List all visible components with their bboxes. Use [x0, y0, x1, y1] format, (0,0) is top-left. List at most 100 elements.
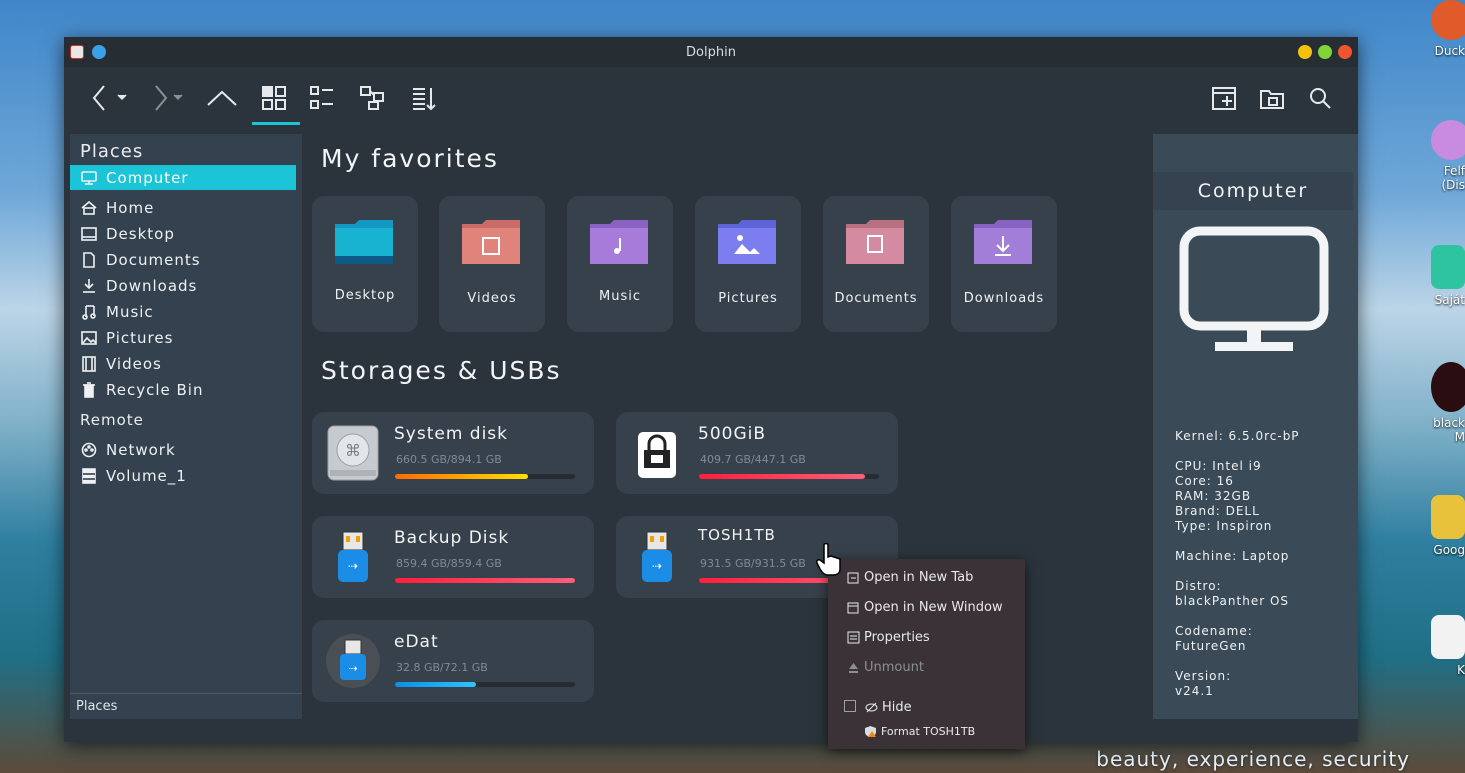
- window-title: Dolphin: [686, 44, 736, 60]
- picture-folder-icon: [718, 220, 776, 264]
- menu-item-label: Format TOSH1TB: [881, 725, 976, 738]
- trash-icon: [1431, 615, 1465, 659]
- sidebar-item-label: Videos: [106, 355, 162, 373]
- home-icon: [80, 200, 98, 216]
- sidebar-item-videos[interactable]: Videos: [70, 351, 302, 377]
- sidebar-item-label: Recycle Bin: [106, 381, 204, 399]
- menu-unmount[interactable]: Unmount: [849, 660, 924, 675]
- desktop-icon-felf[interactable]: Felf (Dis: [1425, 120, 1465, 192]
- icons-view-button[interactable]: [252, 81, 300, 125]
- minimize-button[interactable]: [1298, 45, 1312, 59]
- favorite-pictures[interactable]: Pictures: [695, 196, 801, 332]
- app-icon: [1431, 120, 1465, 160]
- search-button[interactable]: [1300, 81, 1340, 115]
- new-window-icon: [847, 602, 859, 614]
- maximize-button[interactable]: [1318, 45, 1332, 59]
- storage-name: eDat: [394, 632, 439, 652]
- close-button[interactable]: [1338, 45, 1352, 59]
- remote-header: Remote: [80, 411, 144, 429]
- properties-icon: [847, 631, 860, 644]
- hide-checkbox[interactable]: [844, 700, 856, 712]
- storage-name: Backup Disk: [394, 528, 510, 548]
- storage-usage-bar: [395, 474, 575, 479]
- pin-icon[interactable]: [92, 45, 106, 59]
- storage-card-500gib[interactable]: 500GiB 409.7 GB/447.1 GB: [616, 412, 898, 494]
- storage-usage-bar: [395, 578, 575, 583]
- sidebar-item-computer[interactable]: Computer: [70, 165, 296, 190]
- favorite-desktop[interactable]: Desktop: [312, 196, 418, 332]
- desktop-icon-black[interactable]: black M: [1425, 362, 1465, 444]
- favorite-label: Music: [599, 289, 641, 304]
- sidebar-item-downloads[interactable]: Downloads: [70, 273, 302, 299]
- info-distro-label: Distro:: [1175, 579, 1222, 593]
- music-icon: [80, 304, 98, 320]
- download-folder-icon: [974, 220, 1032, 264]
- context-menu: Open in New Tab Open in New Window Prope…: [828, 559, 1025, 749]
- menu-item-label: Open in New Tab: [864, 570, 974, 585]
- favorite-music[interactable]: Music: [567, 196, 673, 332]
- chevron-up-icon: [207, 90, 237, 106]
- storage-size: 859.4 GB/859.4 GB: [396, 557, 502, 570]
- desktop-icon-duck[interactable]: Duck: [1425, 0, 1465, 58]
- menu-format[interactable]: Format TOSH1TB: [865, 725, 976, 738]
- info-version: v24.1: [1175, 684, 1214, 698]
- sort-button[interactable]: [404, 81, 444, 115]
- folder-icon: [1431, 245, 1465, 289]
- sidebar-item-home[interactable]: Home: [70, 195, 302, 221]
- desktop-icon-k[interactable]: K: [1425, 615, 1465, 677]
- menu-open-new-window[interactable]: Open in New Window: [847, 600, 1003, 615]
- list-view-icon: [310, 86, 333, 109]
- sidebar-item-documents[interactable]: Documents: [70, 247, 302, 273]
- menu-item-label: Properties: [864, 630, 930, 645]
- monitor-icon: [80, 170, 98, 186]
- favorite-videos[interactable]: Videos: [439, 196, 545, 332]
- usb-drive-icon: ⇢: [326, 634, 380, 688]
- desktop-tagline: beauty, experience, security: [1096, 747, 1410, 771]
- trash-icon: [80, 382, 98, 398]
- hidden-eye-icon: [865, 702, 878, 713]
- new-folder-button[interactable]: [1252, 81, 1292, 115]
- eject-icon: [849, 663, 858, 673]
- details-view-button[interactable]: [352, 81, 392, 115]
- sidebar-item-volume[interactable]: Volume_1: [70, 463, 302, 489]
- storage-card-system-disk[interactable]: ⌘ System disk 660.5 GB/894.1 GB: [312, 412, 594, 494]
- sidebar-item-desktop[interactable]: Desktop: [70, 221, 302, 247]
- storage-name: System disk: [394, 424, 509, 444]
- desktop-folder-icon: [335, 220, 393, 264]
- favorite-documents[interactable]: Documents: [823, 196, 929, 332]
- info-type: Type: Inspiron: [1175, 519, 1273, 533]
- svg-text:⌘: ⌘: [345, 441, 361, 460]
- sidebar-item-label: Home: [106, 199, 155, 217]
- video-folder-icon: [462, 220, 520, 264]
- sidebar-item-network[interactable]: Network: [70, 437, 302, 463]
- favorite-downloads[interactable]: Downloads: [951, 196, 1057, 332]
- menu-properties[interactable]: Properties: [847, 630, 930, 645]
- back-button[interactable]: [88, 81, 128, 115]
- tree-view-icon: [360, 86, 384, 110]
- sidebar-item-pictures[interactable]: Pictures: [70, 325, 302, 351]
- storage-size: 660.5 GB/894.1 GB: [396, 453, 502, 466]
- menu-item-label: Unmount: [864, 660, 924, 675]
- up-button[interactable]: [202, 81, 242, 115]
- desktop-icon-sajat[interactable]: Saját: [1425, 245, 1465, 307]
- compact-view-button[interactable]: [302, 81, 342, 115]
- forward-button[interactable]: [144, 81, 184, 115]
- storage-card-backup-disk[interactable]: ⇢ Backup Disk 859.4 GB/859.4 GB: [312, 516, 594, 598]
- desktop-icon-google[interactable]: Goog: [1425, 495, 1465, 557]
- menu-hide[interactable]: Hide: [865, 700, 912, 715]
- menu-open-new-tab[interactable]: Open in New Tab: [847, 570, 974, 585]
- split-add-icon: [1212, 87, 1236, 110]
- hand-cursor-icon: [816, 543, 841, 576]
- toolbar: [64, 67, 1358, 131]
- app-menu-icon[interactable]: [70, 45, 84, 59]
- desktop-icon: [80, 226, 98, 242]
- info-kernel: Kernel: 6.5.0rc-bP: [1175, 429, 1300, 443]
- sidebar-item-label: Computer: [106, 168, 189, 187]
- split-view-button[interactable]: [1204, 81, 1244, 115]
- info-codename-label: Codename:: [1175, 624, 1253, 638]
- storage-card-edat[interactable]: ⇢ eDat 32.8 GB/72.1 GB: [312, 620, 594, 702]
- sidebar-item-music[interactable]: Music: [70, 299, 302, 325]
- desktop-icon-label: (Dis: [1441, 178, 1465, 192]
- desktop-icon-label: black: [1433, 416, 1465, 430]
- sidebar-item-recycle-bin[interactable]: Recycle Bin: [70, 377, 302, 403]
